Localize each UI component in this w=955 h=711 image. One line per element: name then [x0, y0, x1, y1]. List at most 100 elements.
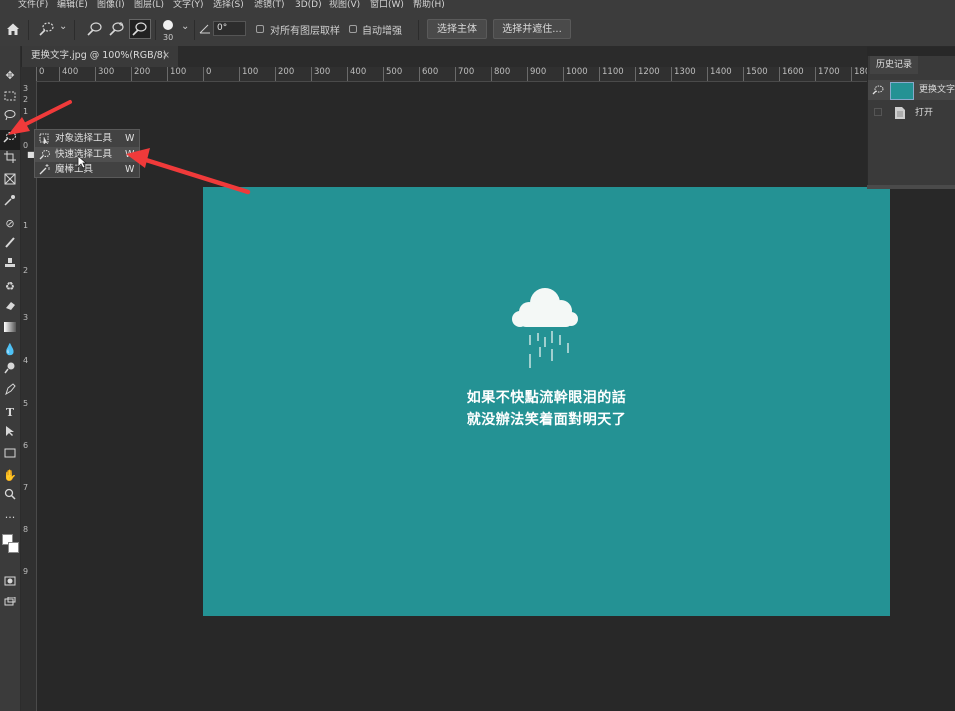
brush-size-value: 30 [163, 33, 174, 42]
document-tab[interactable]: 更换文字.jpg @ 100%(RGB/8) × [22, 46, 178, 67]
separator [194, 20, 195, 40]
eraser-icon [6, 302, 15, 310]
select-and-mask-button[interactable]: 选择并遮住... [493, 19, 571, 39]
zoom-icon [4, 488, 16, 500]
home-icon[interactable] [5, 21, 21, 37]
quote-line-1: 如果不快點流幹眼泪的話 [466, 390, 627, 406]
subtract-from-selection-icon [132, 22, 147, 36]
menu-edit[interactable]: 编辑(E) [57, 0, 88, 11]
frame-tool[interactable] [0, 172, 20, 192]
brush-preview-icon[interactable] [163, 20, 173, 30]
ruler-tick-label: 1200 [635, 67, 660, 81]
gradient-tool[interactable] [0, 319, 20, 339]
menu-filter[interactable]: 滤镜(T) [254, 0, 285, 11]
eyedropper-tool[interactable] [0, 193, 20, 213]
ruler-tick-label: 1 [23, 221, 29, 230]
sample-all-layers-checkbox[interactable] [256, 25, 264, 33]
menu-view[interactable]: 视图(V) [329, 0, 360, 11]
ruler-tick-label: 600 [419, 67, 438, 81]
dodge-tool[interactable] [0, 361, 20, 381]
flyout-label: 魔棒工具 [55, 164, 94, 175]
ruler-tick-label: 1600 [779, 67, 804, 81]
document-canvas[interactable]: 如果不快點流幹眼泪的話 就没辦法笑着面對明天了 [203, 187, 890, 616]
path-selection-tool[interactable] [0, 424, 20, 444]
chevron-down-icon[interactable]: ⌄ [59, 21, 67, 32]
ruler-tick-label: 3 [23, 84, 29, 93]
menu-type[interactable]: 文字(Y) [173, 0, 204, 11]
eraser-tool[interactable] [0, 298, 20, 318]
eyedropper-icon [4, 195, 15, 206]
type-tool[interactable]: T [0, 403, 20, 423]
quick-mask-button[interactable] [0, 573, 20, 593]
pen-tool[interactable] [0, 382, 20, 402]
frame-icon [4, 173, 16, 185]
horizontal-ruler: 0 400 300 200 100 0 100 200 300 400 500 600 700 800 90… [36, 67, 867, 82]
annotation-arrow-toolbar [8, 100, 72, 135]
menu-layer[interactable]: 图层(L) [134, 0, 164, 11]
background-color-swatch[interactable] [8, 542, 19, 553]
add-to-selection-icon[interactable] [108, 21, 126, 37]
history-brush-source-box[interactable] [874, 108, 882, 116]
quote-line-2: 就没辦法笑着面對明天了 [466, 412, 627, 428]
subtract-from-selection-button[interactable] [129, 19, 151, 39]
ruler-tick-label: 1100 [599, 67, 624, 81]
ruler-tick-label: 100 [167, 67, 186, 81]
quick-select-preset-icon[interactable] [38, 21, 56, 37]
ruler-tick-label: 1500 [743, 67, 768, 81]
history-item-snapshot[interactable]: 更换文字 [868, 80, 955, 100]
ruler-tick-label: 700 [455, 67, 474, 81]
menu-file[interactable]: 文件(F) [18, 0, 48, 11]
auto-enhance-checkbox[interactable] [349, 25, 357, 33]
rain-cloud-icon [512, 288, 578, 368]
brush-tool[interactable] [0, 235, 20, 255]
screen-mode-icon [4, 596, 16, 606]
tools-panel: ✥ ⊘ ♻ 💧 T ✋ ··· [0, 46, 21, 711]
move-tool[interactable]: ✥ [0, 66, 20, 86]
screen-mode-button[interactable] [0, 594, 20, 614]
ruler-tick-label: 9 [23, 567, 29, 576]
ruler-tick-label: 5 [23, 399, 29, 408]
pen-icon [5, 383, 16, 396]
ruler-tick-label: 1400 [707, 67, 732, 81]
angle-input[interactable]: 0° [213, 21, 246, 36]
history-item-label: 更换文字 [919, 85, 955, 95]
history-item-open[interactable]: 打开 [868, 104, 955, 122]
rectangle-tool[interactable] [0, 445, 20, 465]
history-panel-tab[interactable]: 历史记录 [870, 56, 918, 74]
close-icon[interactable]: × [162, 46, 170, 66]
menu-image[interactable]: 图像(I) [97, 0, 125, 11]
ruler-tick-label: 6 [23, 441, 29, 450]
snapshot-thumbnail [890, 82, 914, 100]
menu-help[interactable]: 帮助(H) [413, 0, 445, 11]
clone-stamp-tool[interactable] [0, 256, 20, 276]
hand-icon: ✋ [3, 469, 17, 482]
ruler-tick-label: 200 [275, 67, 294, 81]
separator [418, 20, 419, 40]
menu-3d[interactable]: 3D(D) [295, 0, 322, 11]
ruler-tick-label: 7 [23, 483, 29, 492]
menu-window[interactable]: 窗口(W) [370, 0, 404, 11]
hand-tool[interactable]: ✋ [0, 466, 20, 486]
active-bullet-icon: ■ [27, 150, 35, 159]
new-selection-icon[interactable] [86, 21, 104, 37]
document-tab-title: 更换文字.jpg @ 100%(RGB/8) [31, 50, 167, 61]
menu-select[interactable]: 选择(S) [213, 0, 244, 11]
annotation-arrow-flyout [126, 148, 251, 195]
healing-brush-tool[interactable]: ⊘ [0, 214, 20, 234]
blur-tool[interactable]: 💧 [0, 340, 20, 360]
stamp-icon [5, 258, 15, 267]
ruler-tick-label: 0 [203, 67, 211, 81]
select-subject-button[interactable]: 选择主体 [427, 19, 487, 39]
chevron-down-icon[interactable]: ⌄ [181, 21, 189, 32]
separator [155, 20, 156, 40]
arrow-cursor-icon [6, 426, 14, 436]
options-bar: ⌄ 30 ⌄ 0° 对所有图层取样 自动增强 选择主体 选择并遮住... [0, 12, 955, 47]
more-tools[interactable]: ··· [0, 508, 20, 528]
auto-enhance-label: 自动增强 [362, 26, 402, 37]
panel-divider [867, 185, 955, 189]
ruler-tick-label: 4 [23, 356, 29, 365]
crop-tool[interactable] [0, 150, 20, 170]
menu-bar: 文件(F) 编辑(E) 图像(I) 图层(L) 文字(Y) 选择(S) 滤镜(T… [0, 0, 955, 12]
history-brush-tool[interactable]: ♻ [0, 277, 20, 297]
zoom-tool[interactable] [0, 487, 20, 507]
